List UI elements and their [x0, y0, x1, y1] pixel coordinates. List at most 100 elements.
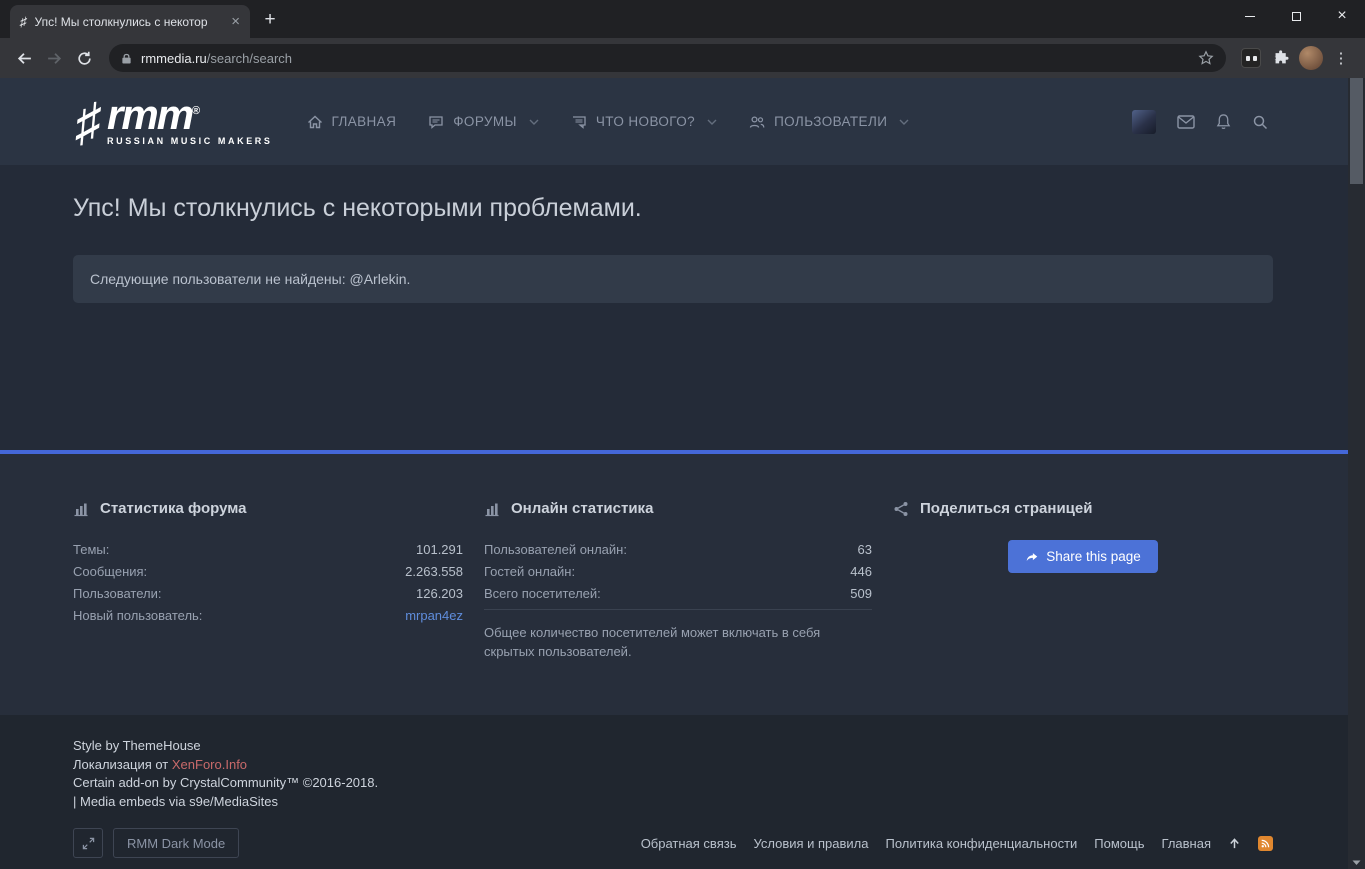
tab-title: Упс! Мы столкнулись с некотор: [34, 14, 208, 29]
credit-crystalcommunity: Certain add-on by CrystalCommunity™ ©201…: [73, 775, 379, 790]
new-tab-button[interactable]: +: [256, 6, 284, 34]
rss-icon: [1261, 839, 1270, 847]
forums-icon: [429, 115, 443, 129]
nav-item-whats-new[interactable]: ЧТО НОВОГО?: [571, 114, 717, 130]
close-button[interactable]: ×: [1319, 0, 1365, 32]
reload-button[interactable]: [69, 43, 99, 73]
page-scrollbar[interactable]: [1348, 78, 1365, 869]
chevron-down-icon[interactable]: [707, 119, 717, 125]
stat-label: Сообщения:: [73, 563, 148, 579]
nav-label: ЧТО НОВОГО?: [595, 114, 696, 129]
address-bar[interactable]: rmmedia.ru/search/search: [109, 44, 1226, 72]
nav-item-home[interactable]: ГЛАВНАЯ: [307, 114, 397, 130]
browser-profile-button[interactable]: [1296, 43, 1326, 73]
stat-value: 446: [850, 563, 872, 579]
inbox-button[interactable]: [1177, 114, 1195, 129]
width-toggle-button[interactable]: [73, 828, 103, 858]
browser-titlebar: ♯ Упс! Мы столкнулись с некотор × + ×: [0, 0, 1365, 38]
main-content: Упс! Мы столкнулись с некоторыми проблем…: [0, 165, 1348, 450]
scroll-to-top-button[interactable]: [1228, 837, 1241, 850]
chevron-down-icon[interactable]: [529, 119, 539, 125]
up-arrow-icon: [1230, 837, 1239, 848]
whats-new-icon: [572, 115, 586, 129]
rss-button[interactable]: [1258, 835, 1273, 851]
stat-row: Новый пользователь: mrpan4ez: [73, 604, 463, 626]
browser-toolbar: rmmedia.ru/search/search ⋮: [0, 38, 1365, 78]
chart-icon: [485, 503, 499, 516]
nav-item-users[interactable]: ПОЛЬЗОВАТЕЛИ: [749, 114, 909, 130]
reload-icon: [77, 51, 91, 65]
page-title: Упс! Мы столкнулись с некоторыми проблем…: [73, 194, 642, 222]
extensions-menu-button[interactable]: [1266, 43, 1296, 73]
stat-row: Всего посетителей: 509: [484, 582, 872, 604]
newest-member-link[interactable]: mrpan4ez: [405, 608, 463, 623]
share-arrow-icon: [1026, 552, 1038, 561]
ssl-lock-icon[interactable]: [121, 52, 132, 65]
forward-icon: [47, 52, 61, 64]
stat-value: 63: [857, 541, 872, 557]
browser-menu-button[interactable]: ⋮: [1326, 43, 1356, 73]
share-icon: [894, 501, 908, 516]
share-this-page-button[interactable]: Share this page: [1008, 540, 1158, 573]
footer-link-contact[interactable]: Обратная связь: [641, 836, 737, 851]
expand-icon: [82, 837, 94, 849]
browser-tab[interactable]: ♯ Упс! Мы столкнулись с некотор ×: [10, 5, 250, 38]
stat-value: 126.203: [416, 585, 463, 601]
nav-label: ГЛАВНАЯ: [331, 114, 397, 129]
stat-row: Пользователей онлайн: 63: [484, 538, 872, 560]
scrollbar-thumb[interactable]: [1350, 78, 1363, 184]
rmm-logo[interactable]: ♯ rmm® RUSSIAN MUSIC MAKERS: [72, 90, 273, 150]
forum-stats-title: Статистика форума: [73, 500, 463, 517]
online-stats-rows: Пользователей онлайн: 63 Гостей онлайн: …: [484, 538, 872, 604]
footer-links: Обратная связь Условия и правила Политик…: [641, 835, 1273, 851]
stat-row: Темы: 101.291: [73, 538, 463, 560]
maximize-button[interactable]: [1273, 0, 1319, 32]
chevron-down-icon[interactable]: [899, 119, 909, 125]
online-stats-block: Онлайн статистика Пользователей онлайн: …: [484, 500, 872, 715]
maximize-icon: [1291, 11, 1301, 21]
section-title: Статистика форума: [100, 500, 247, 517]
forward-button[interactable]: [39, 43, 69, 73]
footer-link-home[interactable]: Главная: [1162, 836, 1211, 851]
url-text: rmmedia.ru/search/search: [141, 51, 1189, 66]
footer-link-privacy[interactable]: Политика конфиденциальности: [886, 836, 1078, 851]
nav-item-forums[interactable]: ФОРУМЫ: [428, 114, 539, 130]
footer-link-terms[interactable]: Условия и правила: [753, 836, 868, 851]
tab-close-icon[interactable]: ×: [231, 14, 240, 29]
stat-value: 101.291: [416, 541, 463, 557]
stat-row: Гостей онлайн: 446: [484, 560, 872, 582]
online-stats-note: Общее количество посетителей может включ…: [484, 625, 821, 659]
stat-value: 2.263.558: [405, 563, 463, 579]
back-button[interactable]: [9, 43, 39, 73]
extension-button[interactable]: [1236, 43, 1266, 73]
site-favicon-icon: ♯: [20, 14, 27, 29]
scrollbar-down-arrow[interactable]: [1348, 860, 1365, 866]
credit-themehouse: Style by ThemeHouse: [73, 738, 201, 753]
xenforo-info-link[interactable]: XenForo.Info: [172, 757, 247, 772]
search-button[interactable]: [1252, 114, 1268, 130]
footer-link-help[interactable]: Помощь: [1094, 836, 1144, 851]
user-avatar[interactable]: [1132, 109, 1156, 134]
search-icon: [1253, 115, 1268, 129]
forum-stats-block: Статистика форума Темы: 101.291 Сообщени…: [73, 500, 463, 715]
nav-label: ПОЛЬЗОВАТЕЛИ: [774, 114, 888, 129]
site-header: ♯ rmm® RUSSIAN MUSIC MAKERS ГЛАВНАЯ ФОРУ…: [0, 78, 1348, 165]
divider: [484, 609, 872, 610]
window-controls: ×: [1227, 0, 1365, 32]
browser-profile-avatar: [1299, 46, 1323, 70]
logo-text: rmm®: [107, 90, 201, 138]
online-stats-title: Онлайн статистика: [484, 500, 872, 517]
stat-row: Пользователи: 126.203: [73, 582, 463, 604]
registered-mark: ®: [192, 104, 201, 117]
credit-localization: Локализация от XenForo.Info: [73, 756, 248, 772]
minimize-button[interactable]: [1227, 0, 1273, 32]
stats-section: Статистика форума Темы: 101.291 Сообщени…: [0, 454, 1348, 715]
main-nav: ГЛАВНАЯ ФОРУМЫ ЧТО НОВОГО? ПОЛЬЗОВАТЕЛИ: [307, 114, 910, 130]
alerts-button[interactable]: [1216, 113, 1231, 130]
forum-stats-rows: Темы: 101.291 Сообщения: 2.263.558 Польз…: [73, 538, 463, 626]
bookmark-star-icon[interactable]: [1198, 50, 1214, 66]
section-title: Поделиться страницей: [920, 500, 1093, 517]
minimize-icon: [1245, 15, 1255, 17]
close-icon: ×: [1337, 7, 1347, 24]
dark-mode-button[interactable]: RMM Dark Mode: [113, 828, 240, 858]
